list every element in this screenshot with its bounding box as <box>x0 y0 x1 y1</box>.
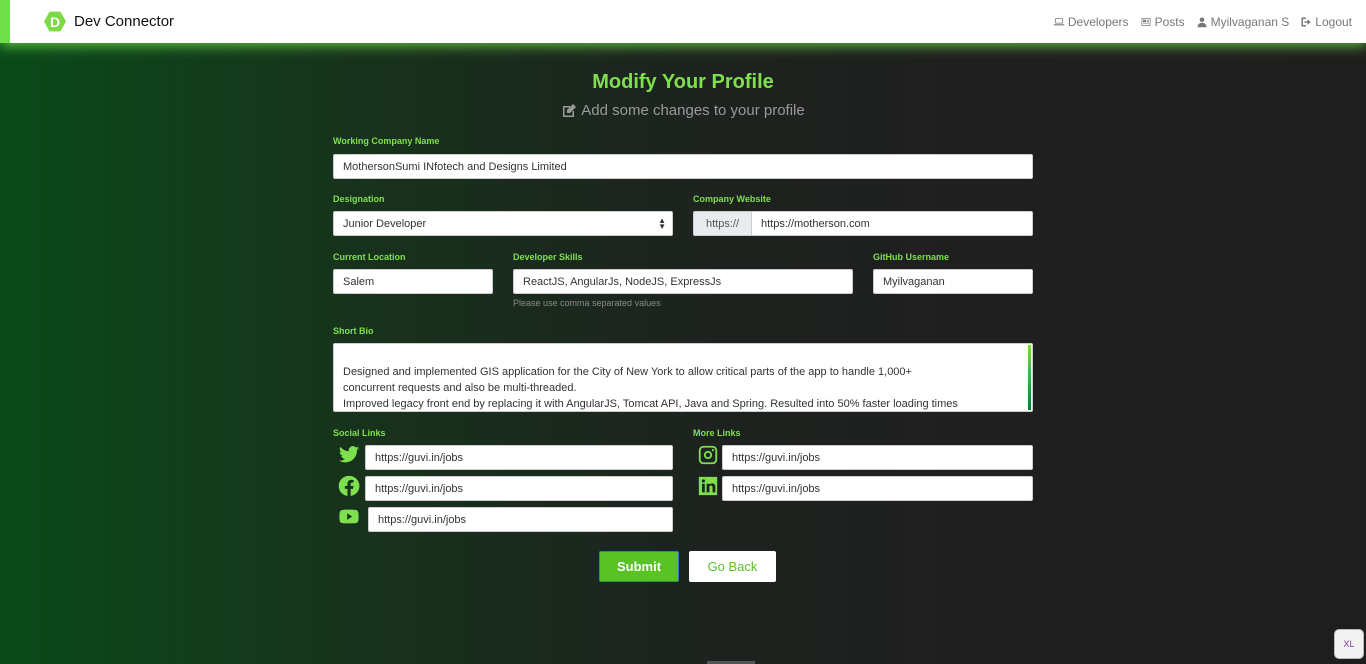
submit-button[interactable]: Submit <box>599 551 679 582</box>
laptop-icon <box>1053 17 1065 25</box>
youtube-input[interactable]: https://guvi.in/jobs <box>368 507 673 532</box>
company-input[interactable]: MothersonSumi INfotech and Designs Limit… <box>333 154 1033 179</box>
page-subtitle: Add some changes to your profile <box>0 102 1366 119</box>
social-label: Social Links <box>333 428 386 438</box>
nav-links: Developers Posts Myilvaganan S Logout <box>1053 15 1352 29</box>
skills-hint: Please use comma separated values <box>513 298 661 308</box>
nav-developers[interactable]: Developers <box>1053 15 1129 29</box>
website-prefix: https:// <box>693 211 752 236</box>
github-label: GitHub Username <box>873 252 950 262</box>
website-label: Company Website <box>693 194 771 204</box>
location-label: Current Location <box>333 252 406 262</box>
nav-logout[interactable]: Logout <box>1300 15 1352 29</box>
twitter-input[interactable]: https://guvi.in/jobs <box>365 445 673 470</box>
page-subtitle-text: Add some changes to your profile <box>581 102 805 119</box>
location-input[interactable]: Salem <box>333 269 493 294</box>
linkedin-icon <box>697 475 719 497</box>
facebook-icon <box>338 475 360 497</box>
nav-posts[interactable]: Posts <box>1140 15 1185 29</box>
nav-posts-label: Posts <box>1154 14 1185 29</box>
skills-input[interactable]: ReactJS, AngularJs, NodeJS, ExpressJs <box>513 269 853 294</box>
select-arrows-icon: ▲ ▼ <box>658 216 666 231</box>
instagram-icon <box>697 444 719 466</box>
website-input[interactable]: https://motherson.com <box>751 211 1033 236</box>
skills-label: Developer Skills <box>513 252 583 262</box>
newspaper-icon <box>1141 17 1151 26</box>
nav-user-label: Myilvaganan S <box>1210 14 1290 29</box>
company-label: Working Company Name <box>333 136 440 146</box>
logo-icon: D <box>44 11 66 32</box>
nav-logout-label: Logout <box>1315 14 1352 29</box>
bio-scrollbar[interactable] <box>1028 345 1031 410</box>
bio-textarea[interactable]: Designed and implemented GIS application… <box>333 343 1033 412</box>
facebook-input[interactable]: https://guvi.in/jobs <box>365 476 673 501</box>
page-title: Modify Your Profile <box>592 71 774 93</box>
twitter-icon <box>338 444 360 466</box>
designation-value: Junior Developer <box>343 217 427 230</box>
designation-select[interactable]: Junior Developer ▲ ▼ <box>333 211 673 236</box>
designation-label: Designation <box>333 194 385 204</box>
nav-user[interactable]: Myilvaganan S <box>1196 14 1290 29</box>
edit-icon <box>563 103 577 117</box>
logout-icon <box>1301 17 1311 26</box>
more-links-label: More Links <box>693 428 741 438</box>
bio-line-2: concurrent requests and also be multi-th… <box>343 382 577 394</box>
brand[interactable]: D Dev Connector <box>44 11 174 33</box>
navbar: D Dev Connector Developers Posts Myilvag… <box>0 0 1366 43</box>
bio-line-1: Designed and implemented GIS application… <box>343 366 912 378</box>
instagram-input[interactable]: https://guvi.in/jobs <box>722 445 1033 470</box>
brand-name: Dev Connector <box>74 13 175 30</box>
linkedin-input[interactable]: https://guvi.in/jobs <box>722 476 1033 501</box>
bio-label: Short Bio <box>333 326 374 336</box>
nav-developers-label: Developers <box>1067 14 1129 29</box>
github-input[interactable]: Myilvaganan <box>873 269 1033 294</box>
go-back-button[interactable]: Go Back <box>689 551 776 582</box>
youtube-icon <box>338 506 360 528</box>
breakpoint-badge: XL <box>1334 629 1364 659</box>
user-icon <box>1197 17 1207 27</box>
bio-line-3: Improved legacy front end by replacing i… <box>343 398 958 410</box>
